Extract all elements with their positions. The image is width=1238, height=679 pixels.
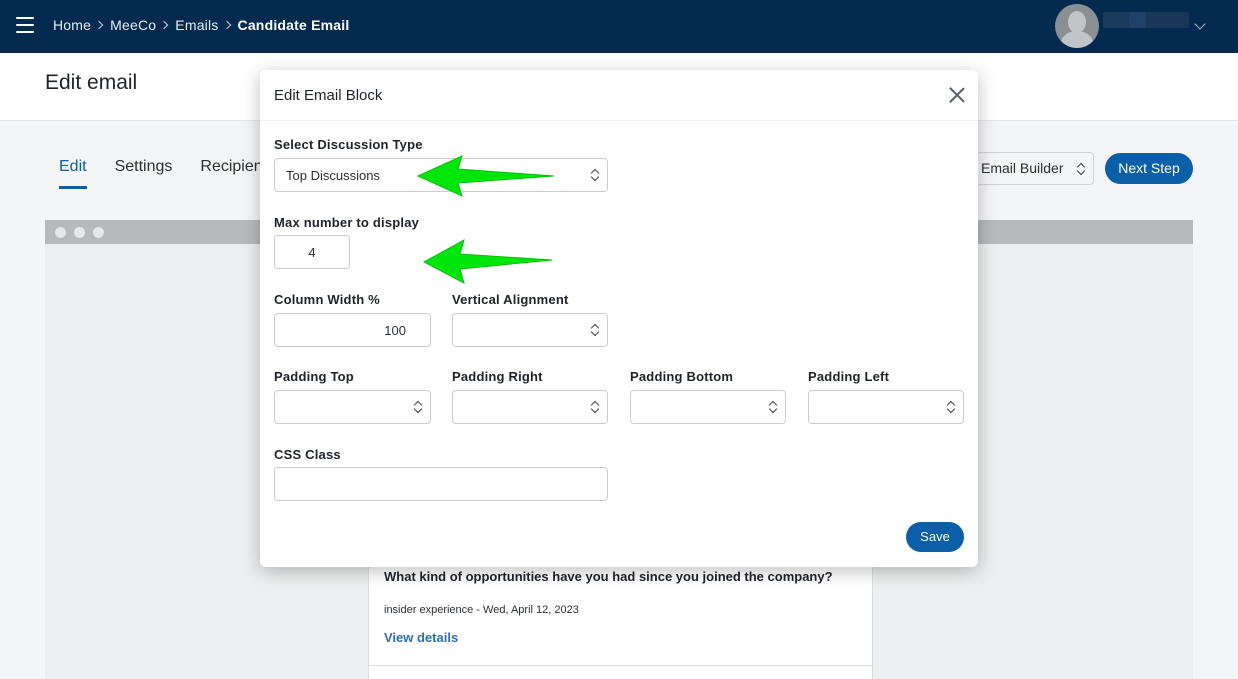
- tab-edit[interactable]: Edit: [59, 158, 87, 189]
- email-discussion-card: What kind of opportunities have you had …: [368, 550, 873, 679]
- column-width-value: 100: [384, 323, 406, 338]
- padding-top-label: Padding Top: [274, 369, 354, 384]
- padding-right-select[interactable]: [452, 390, 608, 424]
- view-details-link[interactable]: View details: [384, 630, 458, 645]
- tab-recipients[interactable]: Recipien: [200, 158, 262, 189]
- max-number-input[interactable]: 4: [274, 235, 350, 269]
- breadcrumb: Home MeeCo Emails Candidate Email: [53, 17, 349, 33]
- padding-right-label: Padding Right: [452, 369, 543, 384]
- column-width-input[interactable]: 100: [274, 313, 431, 347]
- save-button[interactable]: Save: [906, 522, 964, 552]
- close-icon[interactable]: [948, 86, 966, 104]
- chevron-right-icon: [160, 20, 169, 30]
- max-number-value: 4: [308, 245, 316, 260]
- username-redacted[interactable]: [1103, 12, 1189, 28]
- avatar[interactable]: [1055, 4, 1099, 48]
- breadcrumb-current: Candidate Email: [237, 17, 350, 33]
- select-arrows-icon: [947, 400, 955, 415]
- edit-email-block-dialog: Edit Email Block Select Discussion Type …: [260, 70, 978, 567]
- card-divider: [369, 665, 872, 666]
- padding-left-label: Padding Left: [808, 369, 890, 384]
- vertical-alignment-select[interactable]: [452, 313, 608, 347]
- select-arrows-icon: [1077, 162, 1085, 177]
- select-arrows-icon: [414, 400, 422, 415]
- next-step-button[interactable]: Next Step: [1105, 153, 1193, 184]
- tab-bar: Edit Settings Recipien: [59, 158, 291, 189]
- discussion-type-value: Top Discussions: [286, 168, 380, 183]
- select-arrows-icon: [591, 400, 599, 415]
- top-nav-bar: Home MeeCo Emails Candidate Email: [0, 0, 1238, 53]
- css-class-label: CSS Class: [274, 447, 341, 462]
- breadcrumb-emails[interactable]: Emails: [175, 17, 218, 33]
- breadcrumb-home[interactable]: Home: [53, 17, 91, 33]
- window-dot-icon: [55, 227, 66, 238]
- chevron-right-icon: [222, 20, 231, 30]
- chevron-right-icon: [94, 20, 104, 30]
- select-arrows-icon: [591, 168, 599, 183]
- breadcrumb-meeco[interactable]: MeeCo: [110, 17, 156, 33]
- dialog-title: Edit Email Block: [274, 87, 383, 104]
- dialog-divider: [260, 120, 978, 121]
- builder-type-value: Email Builder: [981, 160, 1064, 176]
- padding-left-select[interactable]: [808, 390, 964, 424]
- annotation-arrow-icon: [416, 155, 555, 197]
- discussion-type-label: Select Discussion Type: [274, 137, 423, 152]
- select-arrows-icon: [769, 400, 777, 415]
- discussion-meta: insider experience - Wed, April 12, 2023: [384, 604, 579, 616]
- padding-top-select[interactable]: [274, 390, 431, 424]
- page-title: Edit email: [45, 71, 138, 94]
- padding-bottom-select[interactable]: [630, 390, 786, 424]
- column-width-label: Column Width %: [274, 292, 380, 307]
- padding-bottom-label: Padding Bottom: [630, 369, 734, 384]
- annotation-arrow-icon: [422, 238, 553, 284]
- window-dot-icon: [74, 227, 85, 238]
- menu-icon[interactable]: [16, 17, 34, 33]
- css-class-input[interactable]: [274, 467, 608, 501]
- builder-type-select[interactable]: Email Builder: [970, 152, 1094, 185]
- tab-settings[interactable]: Settings: [115, 158, 173, 189]
- max-number-label: Max number to display: [274, 215, 420, 230]
- window-dot-icon: [93, 227, 104, 238]
- select-arrows-icon: [591, 323, 599, 338]
- chevron-down-icon[interactable]: [1194, 18, 1206, 30]
- vertical-alignment-label: Vertical Alignment: [452, 292, 569, 307]
- discussion-question: What kind of opportunities have you had …: [384, 569, 833, 584]
